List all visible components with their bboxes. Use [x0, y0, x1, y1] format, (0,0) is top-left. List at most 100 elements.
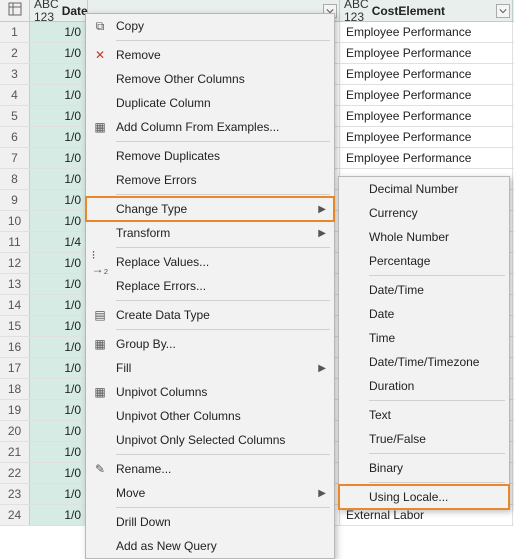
- menu-transform[interactable]: Transform▶: [86, 221, 334, 245]
- row-number[interactable]: 1: [0, 22, 30, 42]
- row-number[interactable]: 21: [0, 442, 30, 462]
- row-number[interactable]: 14: [0, 295, 30, 315]
- cell-costelement[interactable]: Employee Performance: [340, 22, 513, 42]
- menu-unpivot-selected-columns[interactable]: Unpivot Only Selected Columns: [86, 428, 334, 452]
- row-number[interactable]: 17: [0, 358, 30, 378]
- cell-date[interactable]: 1/0: [30, 484, 88, 504]
- menu-type-duration[interactable]: Duration: [339, 374, 509, 398]
- row-number[interactable]: 2: [0, 43, 30, 63]
- menu-rename[interactable]: ✎Rename...: [86, 457, 334, 481]
- menu-change-type[interactable]: Change Type▶: [86, 197, 334, 221]
- select-all-corner[interactable]: [0, 0, 30, 21]
- cell-date[interactable]: 1/0: [30, 358, 88, 378]
- column-header-costelement[interactable]: ABC123 CostElement: [340, 0, 513, 21]
- column-header-date[interactable]: ABC123 Date: [30, 0, 88, 21]
- cell-date[interactable]: 1/0: [30, 190, 88, 210]
- row-number[interactable]: 5: [0, 106, 30, 126]
- menu-type-currency[interactable]: Currency: [339, 201, 509, 225]
- menu-separator: [369, 400, 505, 401]
- cell-date[interactable]: 1/0: [30, 442, 88, 462]
- menu-type-truefalse[interactable]: True/False: [339, 427, 509, 451]
- menu-type-text[interactable]: Text: [339, 403, 509, 427]
- cell-costelement[interactable]: Employee Performance: [340, 64, 513, 84]
- row-number[interactable]: 11: [0, 232, 30, 252]
- cell-costelement[interactable]: Employee Performance: [340, 85, 513, 105]
- cell-date[interactable]: 1/0: [30, 169, 88, 189]
- menu-remove-other-columns[interactable]: Remove Other Columns: [86, 67, 334, 91]
- menu-fill[interactable]: Fill▶: [86, 356, 334, 380]
- menu-remove-errors[interactable]: Remove Errors: [86, 168, 334, 192]
- cell-costelement[interactable]: Employee Performance: [340, 106, 513, 126]
- row-number[interactable]: 7: [0, 148, 30, 168]
- cell-date[interactable]: 1/0: [30, 421, 88, 441]
- menu-type-binary[interactable]: Binary: [339, 456, 509, 480]
- menu-unpivot-columns[interactable]: ▦Unpivot Columns: [86, 380, 334, 404]
- row-number[interactable]: 22: [0, 463, 30, 483]
- cell-date[interactable]: 1/0: [30, 211, 88, 231]
- submenu-arrow-icon: ▶: [318, 204, 326, 215]
- menu-type-datetime[interactable]: Date/Time: [339, 278, 509, 302]
- menu-separator: [369, 275, 505, 276]
- row-number[interactable]: 4: [0, 85, 30, 105]
- menu-replace-values[interactable]: ⁝→₂Replace Values...: [86, 250, 334, 274]
- cell-date[interactable]: 1/0: [30, 379, 88, 399]
- cell-date[interactable]: 1/0: [30, 253, 88, 273]
- cell-date[interactable]: 1/4: [30, 232, 88, 252]
- menu-group-by[interactable]: ▦Group By...: [86, 332, 334, 356]
- cell-date[interactable]: 1/0: [30, 106, 88, 126]
- row-number[interactable]: 19: [0, 400, 30, 420]
- row-number[interactable]: 15: [0, 316, 30, 336]
- row-number[interactable]: 13: [0, 274, 30, 294]
- cell-date[interactable]: 1/0: [30, 85, 88, 105]
- menu-create-data-type[interactable]: ▤Create Data Type: [86, 303, 334, 327]
- menu-copy[interactable]: ⧉Copy: [86, 14, 334, 38]
- cell-date[interactable]: 1/0: [30, 64, 88, 84]
- row-number[interactable]: 6: [0, 127, 30, 147]
- cell-date[interactable]: 1/0: [30, 43, 88, 63]
- menu-type-decimal[interactable]: Decimal Number: [339, 177, 509, 201]
- cell-costelement[interactable]: Employee Performance: [340, 127, 513, 147]
- menu-add-as-new-query[interactable]: Add as New Query: [86, 534, 334, 558]
- row-number[interactable]: 20: [0, 421, 30, 441]
- menu-move[interactable]: Move▶: [86, 481, 334, 505]
- menu-type-datetime-timezone[interactable]: Date/Time/Timezone: [339, 350, 509, 374]
- menu-drill-down[interactable]: Drill Down: [86, 510, 334, 534]
- menu-type-percentage[interactable]: Percentage: [339, 249, 509, 273]
- cell-date[interactable]: 1/0: [30, 316, 88, 336]
- cell-costelement[interactable]: Employee Performance: [340, 43, 513, 63]
- row-number[interactable]: 24: [0, 505, 30, 525]
- add-column-icon: ▦: [92, 119, 108, 135]
- menu-type-whole-number[interactable]: Whole Number: [339, 225, 509, 249]
- cell-costelement[interactable]: Employee Performance: [340, 148, 513, 168]
- menu-remove[interactable]: ✕Remove: [86, 43, 334, 67]
- replace-icon: ⁝→₂: [92, 254, 108, 270]
- row-number[interactable]: 18: [0, 379, 30, 399]
- row-number[interactable]: 9: [0, 190, 30, 210]
- menu-replace-errors[interactable]: Replace Errors...: [86, 274, 334, 298]
- row-number[interactable]: 16: [0, 337, 30, 357]
- cell-date[interactable]: 1/0: [30, 463, 88, 483]
- menu-duplicate-column[interactable]: Duplicate Column: [86, 91, 334, 115]
- cell-date[interactable]: 1/0: [30, 22, 88, 42]
- cell-date[interactable]: 1/0: [30, 337, 88, 357]
- menu-separator: [116, 507, 330, 508]
- cell-date[interactable]: 1/0: [30, 127, 88, 147]
- row-number[interactable]: 3: [0, 64, 30, 84]
- cell-date[interactable]: 1/0: [30, 295, 88, 315]
- menu-type-time[interactable]: Time: [339, 326, 509, 350]
- menu-add-column-from-examples[interactable]: ▦Add Column From Examples...: [86, 115, 334, 139]
- menu-type-date[interactable]: Date: [339, 302, 509, 326]
- row-number[interactable]: 23: [0, 484, 30, 504]
- menu-type-using-locale[interactable]: Using Locale...: [339, 485, 509, 509]
- cell-date[interactable]: 1/0: [30, 505, 88, 525]
- cell-date[interactable]: 1/0: [30, 274, 88, 294]
- cell-date[interactable]: 1/0: [30, 400, 88, 420]
- menu-remove-duplicates[interactable]: Remove Duplicates: [86, 144, 334, 168]
- filter-dropdown-icon[interactable]: [496, 4, 510, 18]
- row-number[interactable]: 12: [0, 253, 30, 273]
- menu-unpivot-other-columns[interactable]: Unpivot Other Columns: [86, 404, 334, 428]
- cell-date[interactable]: 1/0: [30, 148, 88, 168]
- row-number[interactable]: 8: [0, 169, 30, 189]
- row-number[interactable]: 10: [0, 211, 30, 231]
- submenu-arrow-icon: ▶: [318, 228, 326, 239]
